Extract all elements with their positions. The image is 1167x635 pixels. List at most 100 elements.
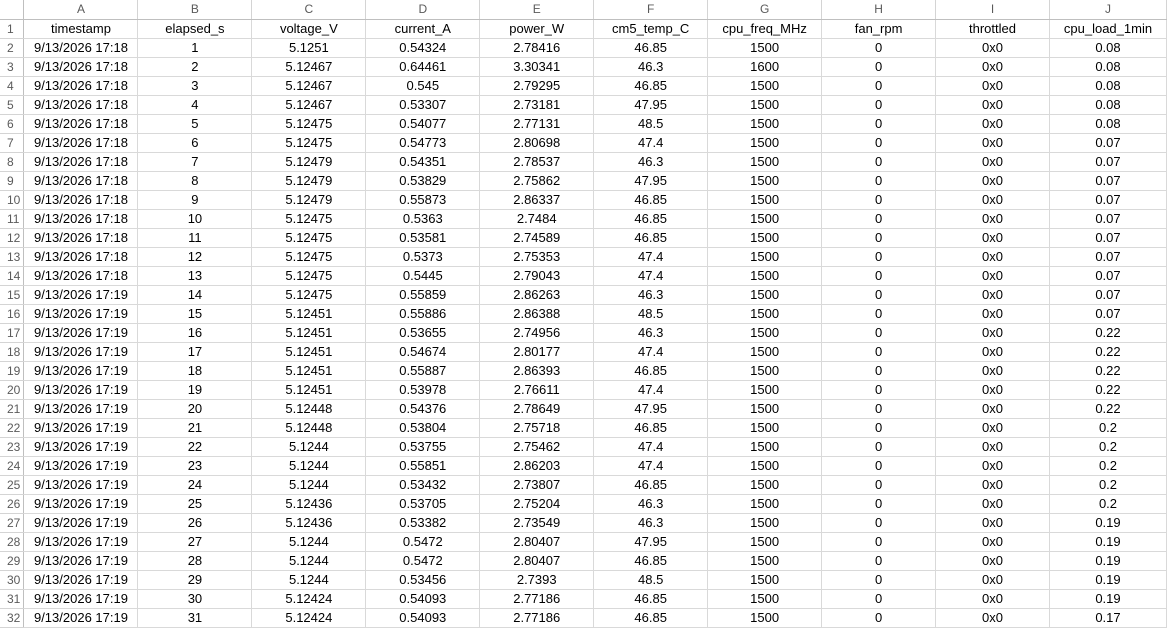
cell-i29[interactable]: 0x0 bbox=[935, 551, 1050, 571]
cell-h12[interactable]: 0 bbox=[821, 228, 937, 248]
cell-d22[interactable]: 0.53804 bbox=[365, 418, 481, 438]
cell-i9[interactable]: 0x0 bbox=[935, 171, 1050, 191]
cell-i27[interactable]: 0x0 bbox=[935, 513, 1050, 533]
cell-a30[interactable]: 9/13/2026 17:19 bbox=[23, 570, 139, 590]
cell-j1[interactable]: cpu_load_1min bbox=[1049, 19, 1167, 39]
cell-h4[interactable]: 0 bbox=[821, 76, 937, 96]
cell-h1[interactable]: fan_rpm bbox=[821, 19, 937, 39]
cell-e24[interactable]: 2.86203 bbox=[479, 456, 595, 476]
cell-g18[interactable]: 1500 bbox=[707, 342, 823, 362]
cell-f29[interactable]: 46.85 bbox=[593, 551, 709, 571]
column-header-i[interactable]: I bbox=[935, 0, 1050, 20]
cell-h17[interactable]: 0 bbox=[821, 323, 937, 343]
cell-i32[interactable]: 0x0 bbox=[935, 608, 1050, 628]
cell-c24[interactable]: 5.1244 bbox=[251, 456, 367, 476]
cell-j32[interactable]: 0.17 bbox=[1049, 608, 1167, 628]
cell-b9[interactable]: 8 bbox=[137, 171, 253, 191]
row-header[interactable]: 18 bbox=[0, 342, 25, 362]
cell-g5[interactable]: 1500 bbox=[707, 95, 823, 115]
cell-a3[interactable]: 9/13/2026 17:18 bbox=[23, 57, 139, 77]
cell-j23[interactable]: 0.2 bbox=[1049, 437, 1167, 457]
cell-a4[interactable]: 9/13/2026 17:18 bbox=[23, 76, 139, 96]
cell-b13[interactable]: 12 bbox=[137, 247, 253, 267]
cell-c2[interactable]: 5.1251 bbox=[251, 38, 367, 58]
cell-d3[interactable]: 0.64461 bbox=[365, 57, 481, 77]
cell-e26[interactable]: 2.75204 bbox=[479, 494, 595, 514]
cell-h11[interactable]: 0 bbox=[821, 209, 937, 229]
cell-i21[interactable]: 0x0 bbox=[935, 399, 1050, 419]
cell-h23[interactable]: 0 bbox=[821, 437, 937, 457]
cell-c12[interactable]: 5.12475 bbox=[251, 228, 367, 248]
cell-j9[interactable]: 0.07 bbox=[1049, 171, 1167, 191]
cell-g11[interactable]: 1500 bbox=[707, 209, 823, 229]
cell-g31[interactable]: 1500 bbox=[707, 589, 823, 609]
cell-j29[interactable]: 0.19 bbox=[1049, 551, 1167, 571]
cell-b21[interactable]: 20 bbox=[137, 399, 253, 419]
cell-g25[interactable]: 1500 bbox=[707, 475, 823, 495]
cell-e30[interactable]: 2.7393 bbox=[479, 570, 595, 590]
cell-i31[interactable]: 0x0 bbox=[935, 589, 1050, 609]
row-header[interactable]: 26 bbox=[0, 494, 25, 514]
row-header[interactable]: 7 bbox=[0, 133, 25, 153]
cell-e16[interactable]: 2.86388 bbox=[479, 304, 595, 324]
cell-f23[interactable]: 47.4 bbox=[593, 437, 709, 457]
cell-c4[interactable]: 5.12467 bbox=[251, 76, 367, 96]
cell-c3[interactable]: 5.12467 bbox=[251, 57, 367, 77]
cell-j20[interactable]: 0.22 bbox=[1049, 380, 1167, 400]
cell-b17[interactable]: 16 bbox=[137, 323, 253, 343]
cell-c20[interactable]: 5.12451 bbox=[251, 380, 367, 400]
cell-i12[interactable]: 0x0 bbox=[935, 228, 1050, 248]
row-header[interactable]: 8 bbox=[0, 152, 25, 172]
cell-a6[interactable]: 9/13/2026 17:18 bbox=[23, 114, 139, 134]
cell-d30[interactable]: 0.53456 bbox=[365, 570, 481, 590]
cell-j21[interactable]: 0.22 bbox=[1049, 399, 1167, 419]
cell-f22[interactable]: 46.85 bbox=[593, 418, 709, 438]
cell-f16[interactable]: 48.5 bbox=[593, 304, 709, 324]
cell-i25[interactable]: 0x0 bbox=[935, 475, 1050, 495]
cell-h21[interactable]: 0 bbox=[821, 399, 937, 419]
cell-f1[interactable]: cm5_temp_C bbox=[593, 19, 709, 39]
cell-d5[interactable]: 0.53307 bbox=[365, 95, 481, 115]
cell-d10[interactable]: 0.55873 bbox=[365, 190, 481, 210]
row-header[interactable]: 14 bbox=[0, 266, 25, 286]
cell-a7[interactable]: 9/13/2026 17:18 bbox=[23, 133, 139, 153]
cell-b18[interactable]: 17 bbox=[137, 342, 253, 362]
cell-d13[interactable]: 0.5373 bbox=[365, 247, 481, 267]
cell-a16[interactable]: 9/13/2026 17:19 bbox=[23, 304, 139, 324]
cell-a8[interactable]: 9/13/2026 17:18 bbox=[23, 152, 139, 172]
cell-e7[interactable]: 2.80698 bbox=[479, 133, 595, 153]
cell-a5[interactable]: 9/13/2026 17:18 bbox=[23, 95, 139, 115]
cell-a27[interactable]: 9/13/2026 17:19 bbox=[23, 513, 139, 533]
row-header[interactable]: 11 bbox=[0, 209, 25, 229]
cell-d2[interactable]: 0.54324 bbox=[365, 38, 481, 58]
cell-f6[interactable]: 48.5 bbox=[593, 114, 709, 134]
cell-h28[interactable]: 0 bbox=[821, 532, 937, 552]
cell-h15[interactable]: 0 bbox=[821, 285, 937, 305]
cell-i26[interactable]: 0x0 bbox=[935, 494, 1050, 514]
cell-d19[interactable]: 0.55887 bbox=[365, 361, 481, 381]
cell-d18[interactable]: 0.54674 bbox=[365, 342, 481, 362]
cell-c15[interactable]: 5.12475 bbox=[251, 285, 367, 305]
cell-a1[interactable]: timestamp bbox=[23, 19, 139, 39]
cell-j25[interactable]: 0.2 bbox=[1049, 475, 1167, 495]
cell-b6[interactable]: 5 bbox=[137, 114, 253, 134]
cell-f24[interactable]: 47.4 bbox=[593, 456, 709, 476]
cell-c22[interactable]: 5.12448 bbox=[251, 418, 367, 438]
cell-b30[interactable]: 29 bbox=[137, 570, 253, 590]
cell-g27[interactable]: 1500 bbox=[707, 513, 823, 533]
cell-j6[interactable]: 0.08 bbox=[1049, 114, 1167, 134]
cell-d8[interactable]: 0.54351 bbox=[365, 152, 481, 172]
cell-h2[interactable]: 0 bbox=[821, 38, 937, 58]
cell-a17[interactable]: 9/13/2026 17:19 bbox=[23, 323, 139, 343]
cell-e29[interactable]: 2.80407 bbox=[479, 551, 595, 571]
row-header[interactable]: 28 bbox=[0, 532, 25, 552]
cell-f32[interactable]: 46.85 bbox=[593, 608, 709, 628]
row-header[interactable]: 16 bbox=[0, 304, 25, 324]
cell-g26[interactable]: 1500 bbox=[707, 494, 823, 514]
cell-b24[interactable]: 23 bbox=[137, 456, 253, 476]
cell-e25[interactable]: 2.73807 bbox=[479, 475, 595, 495]
cell-e14[interactable]: 2.79043 bbox=[479, 266, 595, 286]
cell-i3[interactable]: 0x0 bbox=[935, 57, 1050, 77]
cell-b23[interactable]: 22 bbox=[137, 437, 253, 457]
select-all-corner[interactable] bbox=[0, 0, 25, 20]
